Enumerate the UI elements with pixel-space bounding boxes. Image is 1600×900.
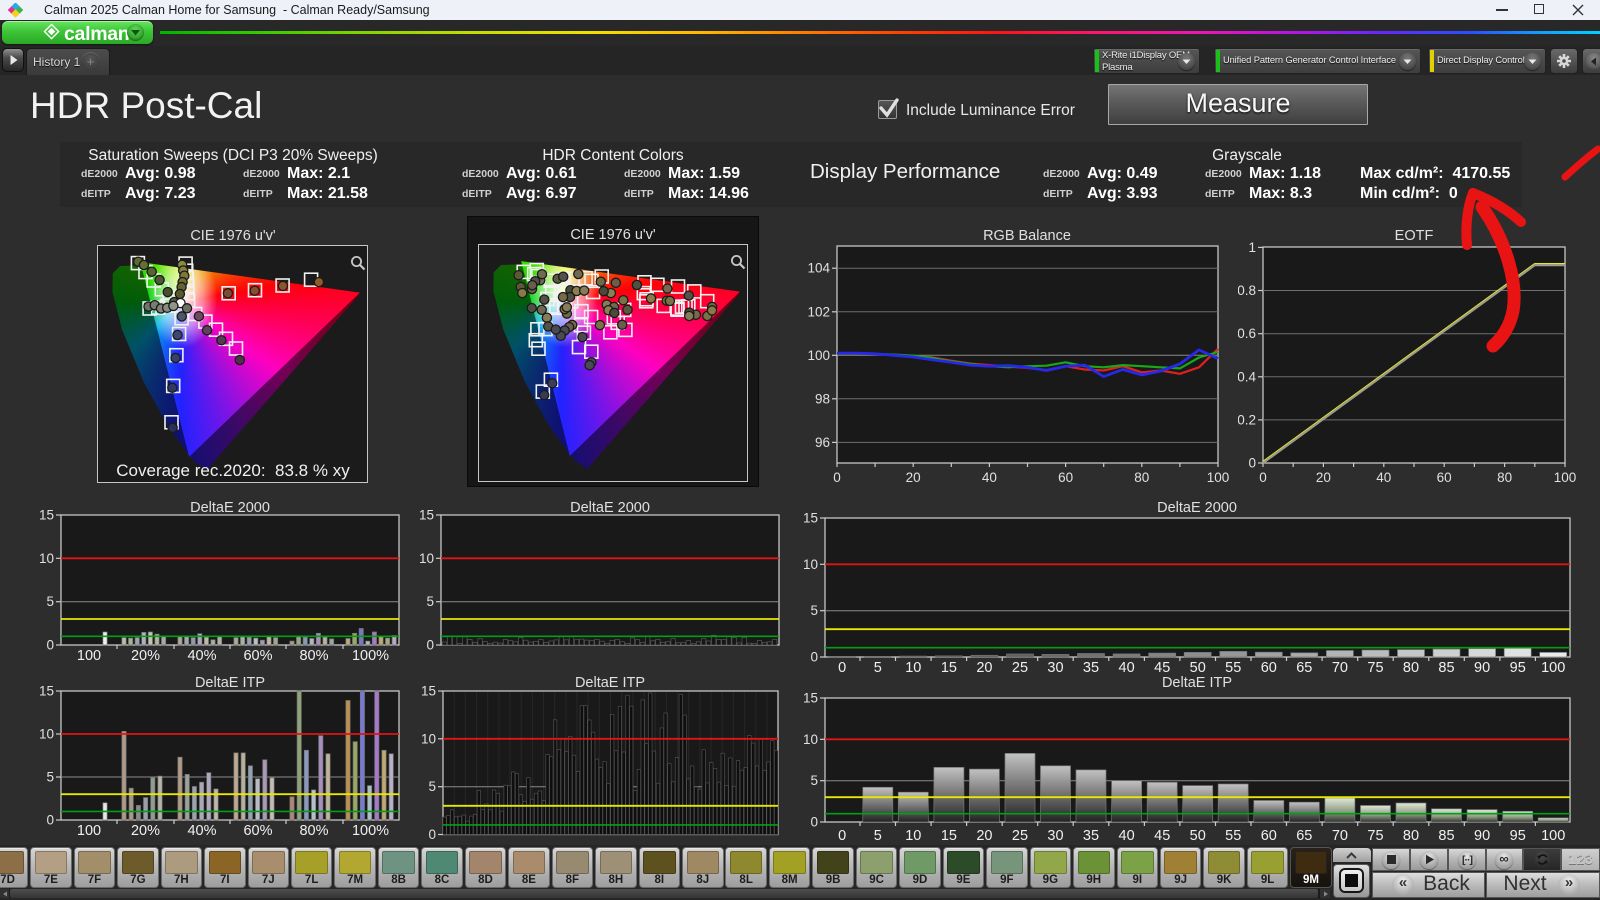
- svg-text:10: 10: [905, 828, 921, 844]
- svg-text:100%: 100%: [352, 648, 389, 664]
- svg-text:0: 0: [810, 815, 818, 830]
- svg-text:40: 40: [1119, 828, 1135, 844]
- svg-text:0: 0: [810, 650, 818, 665]
- svg-text:5: 5: [428, 779, 436, 794]
- svg-text:35: 35: [1083, 828, 1099, 844]
- svg-text:60: 60: [1058, 470, 1073, 485]
- svg-text:40%: 40%: [187, 648, 216, 664]
- svg-text:80: 80: [1134, 470, 1149, 485]
- svg-text:45: 45: [1154, 828, 1170, 844]
- svg-text:100: 100: [1207, 470, 1230, 485]
- svg-text:20%: 20%: [131, 823, 160, 839]
- svg-text:20: 20: [1316, 470, 1331, 485]
- svg-text:104: 104: [807, 261, 830, 276]
- svg-text:0.2: 0.2: [1238, 412, 1256, 427]
- svg-text:25: 25: [1012, 828, 1028, 844]
- svg-text:60: 60: [1437, 470, 1452, 485]
- svg-text:10: 10: [803, 557, 818, 572]
- svg-text:100: 100: [77, 823, 101, 839]
- svg-text:15: 15: [40, 684, 54, 699]
- svg-text:100: 100: [807, 348, 830, 363]
- svg-text:100: 100: [1554, 470, 1577, 485]
- svg-text:15: 15: [803, 511, 818, 526]
- svg-text:100: 100: [77, 648, 101, 664]
- svg-text:0.6: 0.6: [1238, 326, 1256, 341]
- svg-text:102: 102: [807, 304, 830, 319]
- svg-text:5: 5: [426, 594, 434, 609]
- svg-text:10: 10: [40, 727, 54, 742]
- svg-text:55: 55: [1225, 828, 1241, 844]
- svg-text:0: 0: [428, 827, 436, 842]
- svg-text:10: 10: [40, 551, 54, 566]
- svg-text:5: 5: [46, 594, 54, 609]
- svg-text:75: 75: [1367, 828, 1383, 844]
- svg-text:96: 96: [815, 435, 830, 450]
- svg-text:80%: 80%: [299, 823, 328, 839]
- svg-text:100: 100: [1541, 828, 1565, 844]
- svg-text:40%: 40%: [187, 823, 216, 839]
- svg-text:5: 5: [810, 773, 818, 788]
- svg-text:50: 50: [1190, 828, 1206, 844]
- svg-text:60%: 60%: [243, 648, 272, 664]
- svg-text:0: 0: [838, 828, 846, 844]
- svg-text:80: 80: [1403, 828, 1419, 844]
- svg-text:100%: 100%: [352, 823, 389, 839]
- svg-text:65: 65: [1296, 828, 1312, 844]
- svg-text:85: 85: [1438, 828, 1454, 844]
- svg-text:80: 80: [1497, 470, 1512, 485]
- svg-text:1: 1: [1248, 240, 1256, 255]
- svg-text:10: 10: [421, 731, 436, 746]
- svg-text:0: 0: [46, 638, 54, 653]
- svg-text:0: 0: [833, 470, 841, 485]
- svg-text:80%: 80%: [299, 648, 328, 664]
- svg-text:5: 5: [810, 603, 818, 618]
- svg-text:0: 0: [1259, 470, 1267, 485]
- svg-text:20: 20: [906, 470, 921, 485]
- svg-text:15: 15: [420, 508, 434, 523]
- svg-text:10: 10: [420, 551, 434, 566]
- svg-text:0: 0: [46, 813, 54, 828]
- svg-text:30: 30: [1047, 828, 1063, 844]
- svg-text:10: 10: [803, 732, 818, 747]
- svg-text:40: 40: [1376, 470, 1391, 485]
- svg-text:60: 60: [1261, 828, 1277, 844]
- svg-text:0.4: 0.4: [1238, 369, 1256, 384]
- svg-text:0: 0: [1248, 456, 1256, 471]
- svg-text:95: 95: [1510, 828, 1526, 844]
- svg-text:90: 90: [1474, 828, 1490, 844]
- svg-text:60%: 60%: [243, 823, 272, 839]
- svg-text:5: 5: [46, 770, 54, 785]
- svg-text:98: 98: [815, 391, 830, 406]
- svg-text:15: 15: [40, 508, 54, 523]
- svg-text:40: 40: [982, 470, 997, 485]
- svg-text:15: 15: [421, 684, 436, 699]
- svg-text:5: 5: [874, 828, 882, 844]
- svg-text:20: 20: [976, 828, 992, 844]
- svg-text:15: 15: [941, 828, 957, 844]
- svg-text:15: 15: [803, 691, 818, 706]
- svg-text:0.8: 0.8: [1238, 283, 1256, 298]
- svg-text:0: 0: [426, 638, 434, 653]
- svg-text:70: 70: [1332, 828, 1348, 844]
- svg-text:20%: 20%: [131, 648, 160, 664]
